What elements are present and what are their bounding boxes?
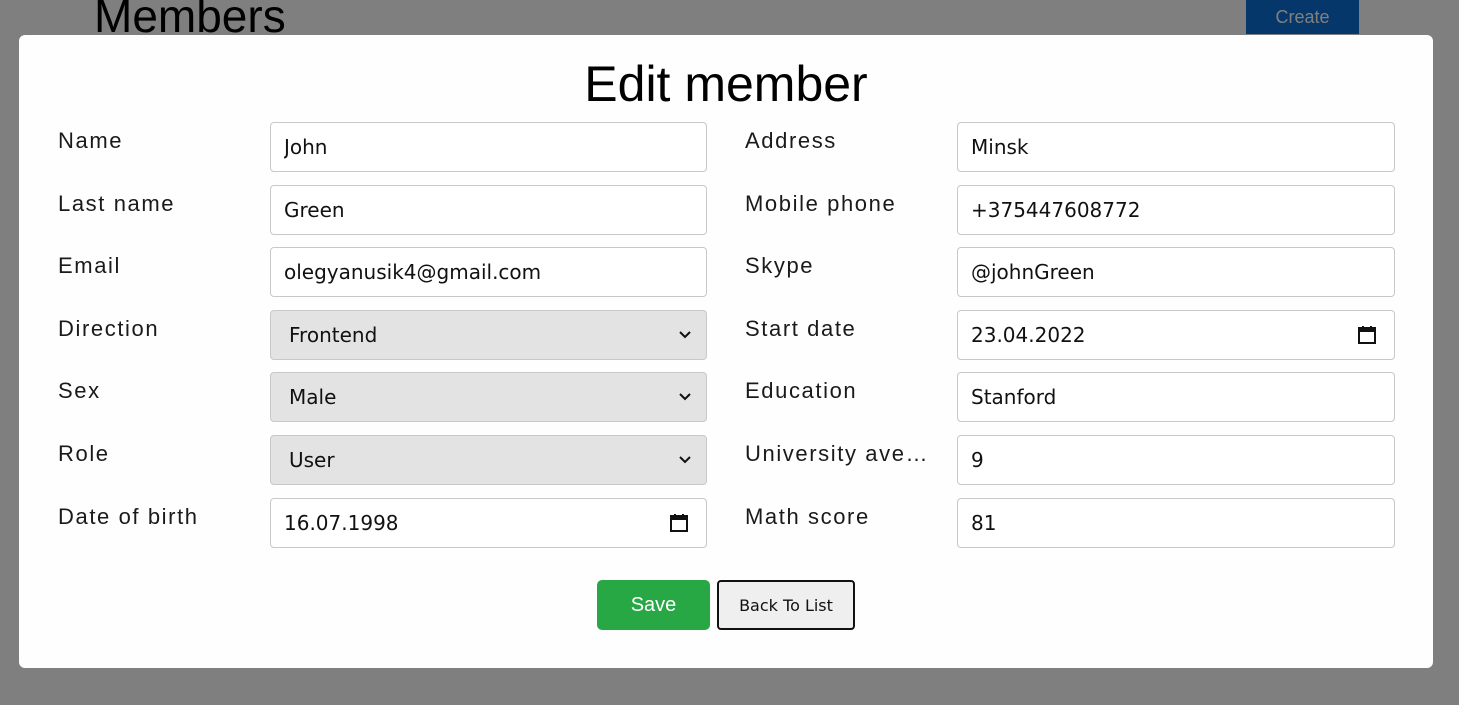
date-of-birth-input[interactable]: 16.07.1998 (270, 497, 707, 548)
name-row: Name John (58, 122, 707, 172)
last-name-input[interactable]: Green (270, 184, 707, 235)
calendar-icon[interactable] (668, 512, 690, 534)
name-input[interactable]: John (270, 122, 707, 172)
calendar-icon[interactable] (1356, 324, 1378, 346)
save-button[interactable]: Save (597, 580, 710, 630)
modal-title: Edit member (584, 56, 868, 112)
math-score-row: Math score 81 (745, 497, 1395, 548)
back-to-list-button[interactable]: Back To List (717, 580, 855, 630)
mobile-phone-label: Mobile phone (745, 190, 897, 216)
university-average-label: University ave… (745, 440, 930, 466)
skype-row: Skype @johnGreen (745, 247, 1395, 298)
role-label: Role (58, 440, 110, 466)
university-average-input[interactable]: 9 (957, 434, 1395, 485)
sex-select[interactable]: Male (270, 372, 707, 423)
start-date-label: Start date (745, 315, 857, 341)
role-row: Role User (58, 434, 707, 485)
chevron-down-icon (679, 454, 691, 466)
email-label: Email (58, 253, 122, 279)
last-name-row: Last name Green (58, 184, 707, 235)
direction-row: Direction Frontend (58, 309, 707, 360)
form-actions: Save Back To List (597, 580, 855, 630)
name-label: Name (58, 128, 124, 153)
email-row: Email olegyanusik4@gmail.com (58, 247, 707, 298)
mobile-phone-row: Mobile phone +375447608772 (745, 184, 1395, 235)
direction-label: Direction (58, 315, 160, 341)
math-score-label: Math score (745, 503, 870, 529)
university-average-row: University ave… 9 (745, 434, 1395, 485)
sex-label: Sex (58, 378, 101, 404)
chevron-down-icon (679, 329, 691, 341)
start-date-input[interactable]: 23.04.2022 (957, 309, 1395, 360)
role-select[interactable]: User (270, 434, 707, 485)
sex-row: Sex Male (58, 372, 707, 423)
skype-input[interactable]: @johnGreen (957, 247, 1395, 298)
address-label: Address (745, 128, 837, 153)
education-label: Education (745, 378, 858, 404)
date-of-birth-label: Date of birth (58, 503, 199, 529)
direction-select[interactable]: Frontend (270, 309, 707, 360)
chevron-down-icon (679, 391, 691, 403)
education-input[interactable]: Stanford (957, 372, 1395, 423)
address-row: Address Minsk (745, 122, 1395, 172)
left-column: Name John Last name Green Email olegyanu… (58, 122, 707, 560)
email-input[interactable]: olegyanusik4@gmail.com (270, 247, 707, 298)
start-date-row: Start date 23.04.2022 (745, 309, 1395, 360)
last-name-label: Last name (58, 190, 176, 216)
skype-label: Skype (745, 253, 815, 279)
education-row: Education Stanford (745, 372, 1395, 423)
date-of-birth-row: Date of birth 16.07.1998 (58, 497, 707, 548)
math-score-input[interactable]: 81 (957, 497, 1395, 548)
right-column: Address Minsk Mobile phone +375447608772… (745, 122, 1395, 560)
edit-member-modal: Edit member Name John Last name Green Em… (19, 35, 1433, 668)
address-input[interactable]: Minsk (957, 122, 1395, 172)
mobile-phone-input[interactable]: +375447608772 (957, 184, 1395, 235)
